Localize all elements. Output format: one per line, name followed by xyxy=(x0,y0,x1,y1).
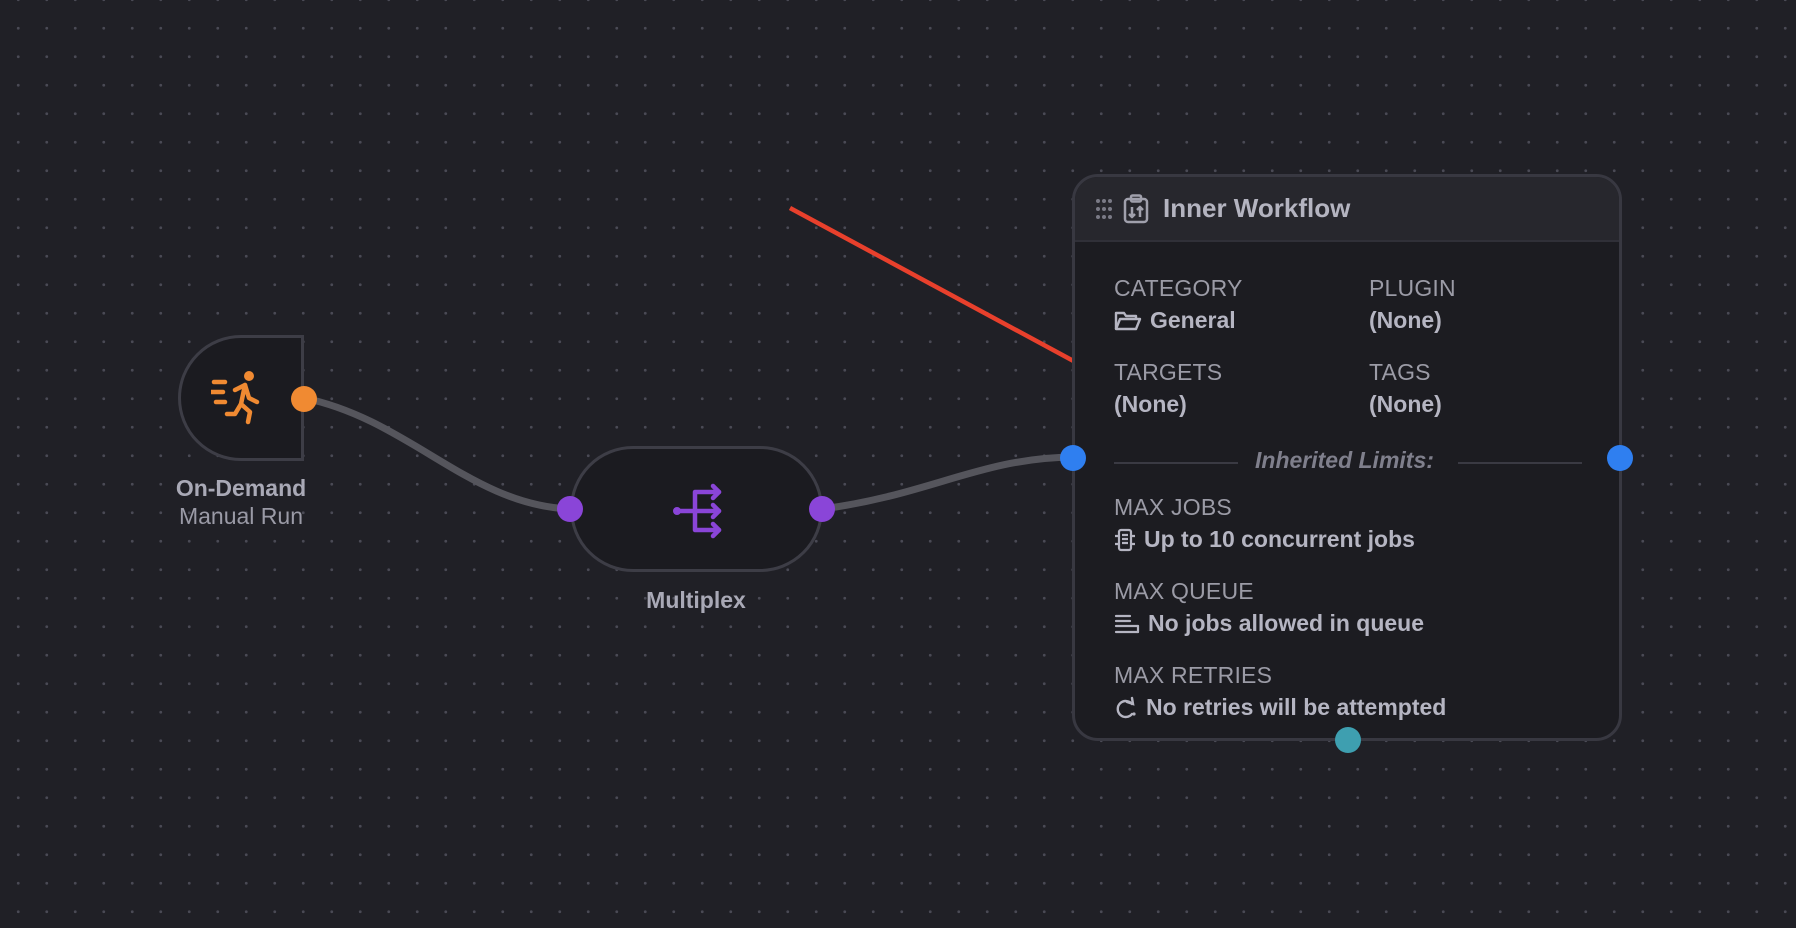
category-value: General xyxy=(1150,307,1236,333)
trigger-output-port[interactable] xyxy=(291,386,317,412)
max-jobs-field: MAX JOBS Up to 10 concurrent jobs xyxy=(1114,494,1415,553)
targets-label: TARGETS xyxy=(1114,359,1223,385)
annotation-arrow xyxy=(788,206,1111,383)
tags-field: TAGS (None) xyxy=(1369,359,1442,418)
edge-trigger-to-multiplex[interactable] xyxy=(300,394,574,513)
server-jobs-icon xyxy=(1115,528,1135,551)
trigger-title: On-Demand xyxy=(175,475,307,501)
tags-value: (None) xyxy=(1369,391,1442,417)
divider-left xyxy=(1114,462,1238,464)
on-demand-trigger-node[interactable] xyxy=(178,335,304,461)
multiplex-output-port[interactable] xyxy=(809,496,835,522)
split-arrows-icon xyxy=(673,483,722,539)
tags-label: TAGS xyxy=(1369,359,1431,385)
inner-workflow-node[interactable]: Inner Workflow CATEGORY General PLUGIN (… xyxy=(1072,174,1622,741)
targets-field: TARGETS (None) xyxy=(1114,359,1222,418)
plugin-value: (None) xyxy=(1369,307,1442,333)
max-retries-field: MAX RETRIES No retries will be attempted xyxy=(1114,662,1446,721)
max-jobs-value: Up to 10 concurrent jobs xyxy=(1144,526,1415,552)
workflow-bottom-port[interactable] xyxy=(1335,727,1361,753)
plugin-label: PLUGIN xyxy=(1369,275,1456,301)
workflow-output-port[interactable] xyxy=(1607,445,1633,471)
inherited-limits-heading: Inherited Limits: xyxy=(1255,447,1434,473)
running-person-icon xyxy=(211,371,260,425)
folder-open-icon xyxy=(1114,311,1142,330)
max-jobs-label: MAX JOBS xyxy=(1114,494,1232,520)
multiplex-node[interactable] xyxy=(570,446,823,572)
queue-list-icon xyxy=(1114,614,1140,633)
category-label: CATEGORY xyxy=(1114,275,1243,301)
max-queue-field: MAX QUEUE No jobs allowed in queue xyxy=(1114,578,1424,637)
targets-value: (None) xyxy=(1114,391,1187,417)
max-queue-label: MAX QUEUE xyxy=(1114,578,1254,604)
trigger-subtitle: Manual Run xyxy=(178,503,304,529)
max-retries-value: No retries will be attempted xyxy=(1146,694,1447,720)
max-retries-label: MAX RETRIES xyxy=(1114,662,1273,688)
plugin-field: PLUGIN (None) xyxy=(1369,275,1456,334)
retry-icon xyxy=(1116,696,1136,718)
workflow-header[interactable]: Inner Workflow xyxy=(1075,177,1619,242)
multiplex-input-port[interactable] xyxy=(557,496,583,522)
edge-multiplex-to-workflow[interactable] xyxy=(818,453,1077,513)
workflow-input-port[interactable] xyxy=(1060,445,1086,471)
multiplex-title: Multiplex xyxy=(646,587,746,613)
max-queue-value: No jobs allowed in queue xyxy=(1148,610,1425,636)
clipboard-icon xyxy=(1123,193,1149,223)
drag-handle-icon[interactable] xyxy=(1095,198,1113,220)
workflow-title: Inner Workflow xyxy=(1163,193,1351,223)
divider-right xyxy=(1458,462,1582,464)
category-field: CATEGORY General xyxy=(1114,275,1243,334)
